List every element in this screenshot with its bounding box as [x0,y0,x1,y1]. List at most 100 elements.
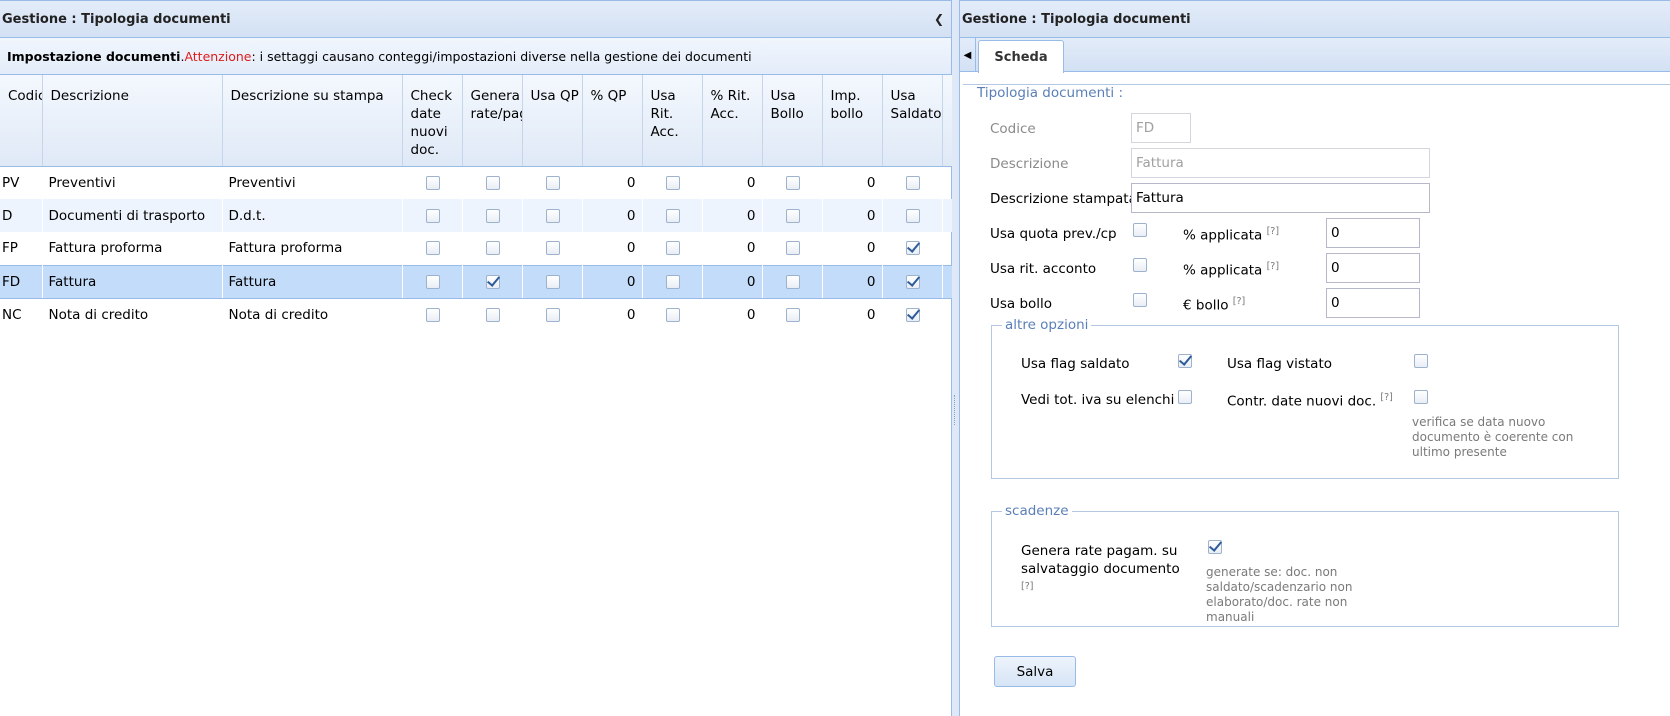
row-checkbox[interactable] [426,175,440,190]
row-checkbox[interactable] [546,208,560,223]
col-header-usa-qp[interactable]: Usa QP [522,75,583,167]
col-header-usa-bollo[interactable]: Usa Bollo [762,75,823,167]
cell-usa-bollo[interactable] [762,298,822,331]
col-header-check-date[interactable]: Check date nuovi doc. [402,75,463,167]
row-checkbox[interactable] [786,307,800,322]
genera-rate-checkbox[interactable] [1208,540,1222,554]
col-header-codice[interactable]: Codic [0,75,43,167]
row-checkbox[interactable] [906,274,920,289]
perc-applicata-input[interactable]: 0 [1326,218,1420,248]
help-icon[interactable]: [?] [1233,296,1245,307]
cell-usa-saldato[interactable] [882,264,942,299]
cell-check-date[interactable] [402,199,462,232]
row-checkbox[interactable] [486,175,500,190]
save-button[interactable]: Salva [994,656,1076,687]
col-header-descrizione[interactable]: Descrizione [42,75,223,167]
col-header-perc-qp[interactable]: % QP [582,75,643,167]
cell-usa-saldato[interactable] [882,166,942,199]
descrizione-stampata-input[interactable]: Fattura [1131,183,1430,213]
row-checkbox[interactable] [786,175,800,190]
usa-flag-vistato-checkbox[interactable] [1414,354,1428,368]
row-checkbox[interactable] [426,274,440,289]
row-checkbox[interactable] [426,241,440,256]
row-checkbox[interactable] [486,241,500,256]
row-checkbox[interactable] [486,274,500,289]
cell-genera-rate[interactable] [462,264,522,299]
usa-bollo-checkbox[interactable] [1133,293,1147,307]
cell-usa-bollo[interactable] [762,166,822,199]
cell-check-date[interactable] [402,232,462,265]
collapse-left-icon[interactable]: ❮ [927,12,951,26]
table-row[interactable]: D Documenti di trasporto D.d.t. 0 0 0 [0,199,952,232]
help-icon[interactable]: [?] [1267,226,1279,237]
row-checkbox[interactable] [486,208,500,223]
col-header-usa-saldato[interactable]: Usa Saldato [882,75,943,167]
cell-check-date[interactable] [402,166,462,199]
vedi-tot-iva-checkbox[interactable] [1178,390,1192,404]
row-checkbox[interactable] [486,307,500,322]
cell-usa-bollo[interactable] [762,232,822,265]
panel-splitter[interactable] [952,0,959,716]
cell-usa-bollo[interactable] [762,199,822,232]
tab-scroll-left-icon[interactable]: ◀ [960,38,976,72]
cell-usa-qp[interactable] [522,166,582,199]
table-row[interactable]: PV Preventivi Preventivi 0 0 0 [0,166,952,199]
help-icon[interactable]: [?] [1021,581,1033,592]
table-row[interactable]: FP Fattura proforma Fattura proforma 0 0 0 [0,232,952,265]
row-checkbox[interactable] [666,241,680,256]
usa-flag-saldato-checkbox[interactable] [1178,354,1192,368]
euro-bollo-input[interactable]: 0 [1326,288,1420,318]
row-checkbox[interactable] [786,274,800,289]
cell-check-date[interactable] [402,264,462,299]
contr-date-checkbox[interactable] [1414,390,1428,404]
cell-check-date[interactable] [402,298,462,331]
tab-scheda[interactable]: Scheda [978,40,1064,73]
row-checkbox[interactable] [666,307,680,322]
row-checkbox[interactable] [546,175,560,190]
row-checkbox[interactable] [906,307,920,322]
row-checkbox[interactable] [666,208,680,223]
row-checkbox[interactable] [666,175,680,190]
cell-usa-rit[interactable] [642,199,702,232]
cell-usa-qp[interactable] [522,199,582,232]
cell-usa-rit[interactable] [642,298,702,331]
col-header-perc-rit[interactable]: % Rit. Acc. [702,75,763,167]
row-checkbox[interactable] [786,241,800,256]
cell-usa-qp[interactable] [522,264,582,299]
row-checkbox[interactable] [666,274,680,289]
cell-usa-saldato[interactable] [882,232,942,265]
cell-usa-saldato[interactable] [882,199,942,232]
cell-usa-rit[interactable] [642,232,702,265]
row-checkbox[interactable] [546,307,560,322]
row-checkbox[interactable] [546,241,560,256]
row-checkbox[interactable] [546,274,560,289]
help-icon[interactable]: [?] [1380,392,1392,403]
cell-usa-qp[interactable] [522,232,582,265]
help-icon[interactable]: [?] [1267,261,1279,272]
row-checkbox[interactable] [426,208,440,223]
table-row[interactable]: FD Fattura Fattura 0 0 0 [0,264,952,299]
cell-usa-bollo[interactable] [762,264,822,299]
cell-genera-rate[interactable] [462,199,522,232]
col-header-genera-rate[interactable]: Genera rate/pag [462,75,523,167]
row-checkbox[interactable] [786,208,800,223]
col-header-usa-rit[interactable]: Usa Rit. Acc. [642,75,703,167]
row-checkbox[interactable] [906,241,920,256]
splitter-grip[interactable] [954,395,956,425]
cell-usa-qp[interactable] [522,298,582,331]
col-header-imp-bollo[interactable]: Imp. bollo [822,75,883,167]
usa-rit-checkbox[interactable] [1133,258,1147,272]
cell-genera-rate[interactable] [462,232,522,265]
usa-quota-checkbox[interactable] [1133,223,1147,237]
col-header-descrizione-stampa[interactable]: Descrizione su stampa [222,75,403,167]
row-checkbox[interactable] [426,307,440,322]
row-checkbox[interactable] [906,175,920,190]
cell-usa-saldato[interactable] [882,298,942,331]
perc-applicata-rit-input[interactable]: 0 [1326,253,1420,283]
cell-usa-rit[interactable] [642,166,702,199]
table-row[interactable]: NC Nota di credito Nota di credito 0 0 0 [0,298,952,331]
cell-usa-rit[interactable] [642,264,702,299]
cell-genera-rate[interactable] [462,298,522,331]
cell-genera-rate[interactable] [462,166,522,199]
row-checkbox[interactable] [906,208,920,223]
